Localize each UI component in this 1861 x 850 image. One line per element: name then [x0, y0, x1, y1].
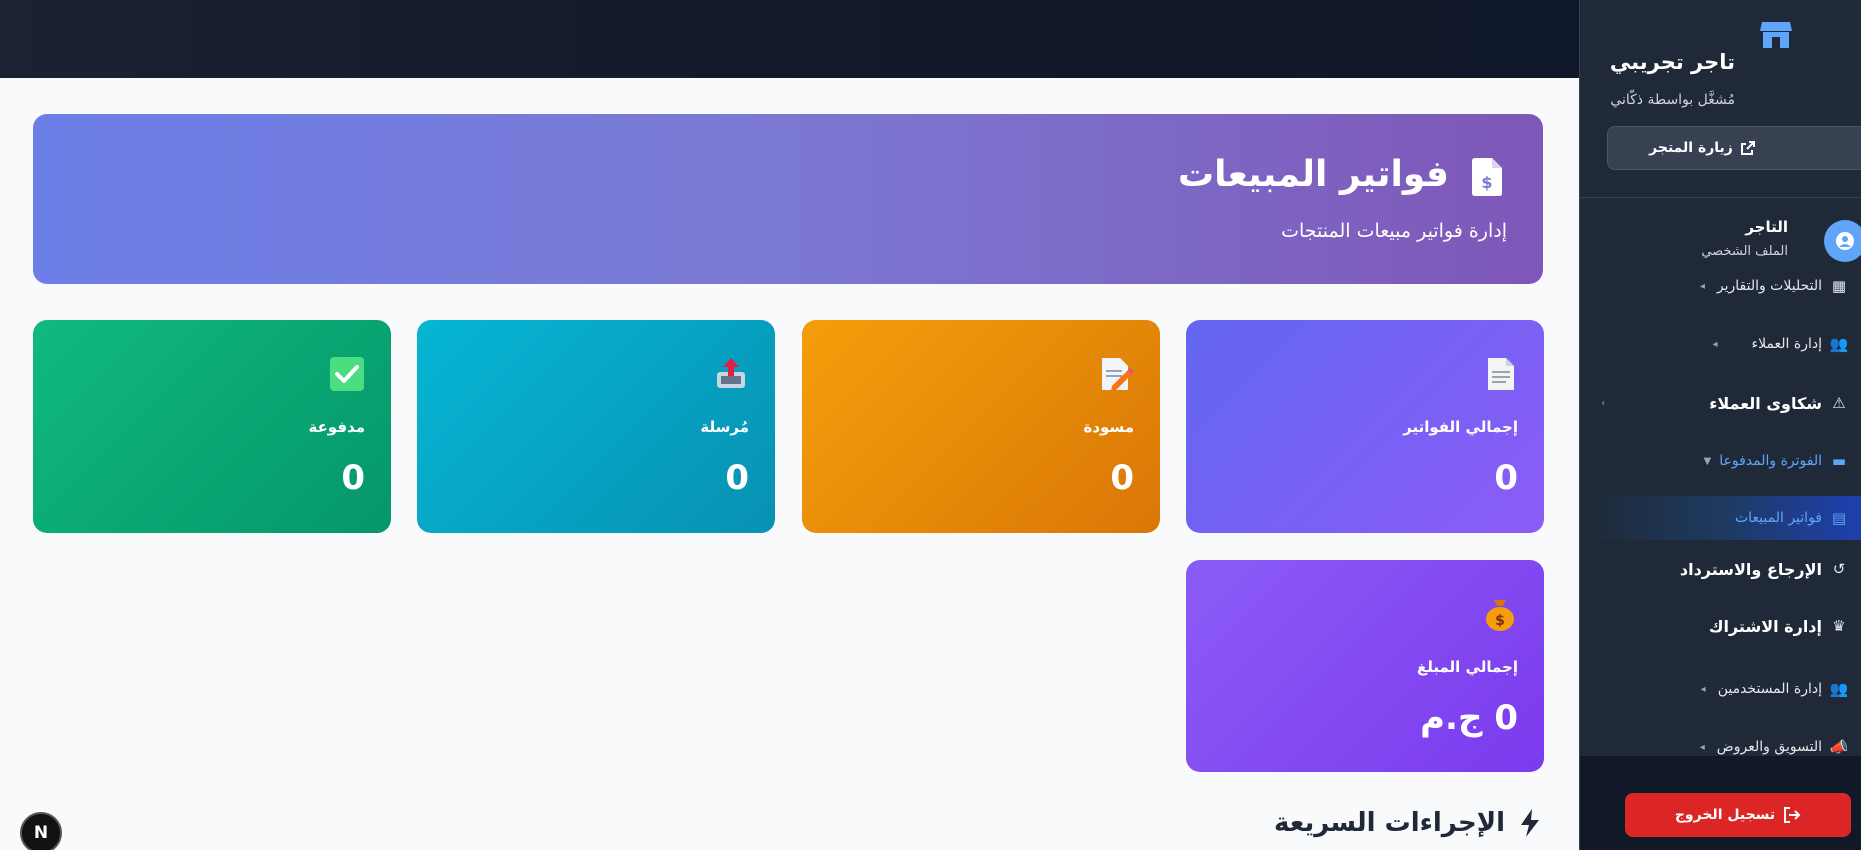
- sidebar-item-subscription[interactable]: ♛ إدارة الاشتراك: [1580, 604, 1861, 648]
- chart-icon: ▦: [1831, 278, 1847, 295]
- visit-store-button[interactable]: زيارة المتجر: [1607, 126, 1861, 170]
- credit-card-icon: ▬: [1831, 452, 1847, 470]
- store-name: تاجر تجريبي: [1609, 50, 1735, 74]
- store-icon: [1760, 22, 1792, 48]
- sidebar-item-complaints[interactable]: ⚠ شكاوى العملاء ›: [1580, 381, 1861, 425]
- receipt-icon: ▤: [1831, 509, 1847, 527]
- top-bar: [0, 0, 1579, 78]
- sidebar-item-label: التسويق والعروض: [1716, 739, 1822, 755]
- stat-label: مسودة: [1083, 418, 1134, 436]
- users-icon: 👥: [1829, 335, 1849, 353]
- sign-out-icon: [1784, 807, 1801, 823]
- undo-icon: ↺: [1832, 560, 1846, 578]
- sidebar-item-label: إدارة العملاء: [1751, 336, 1823, 352]
- sidebar-header: تاجر تجريبي مُشغَّل بواسطة ذكّاني زيارة …: [1580, 0, 1861, 198]
- outbox-tray-icon: [717, 358, 745, 388]
- chevron-left-icon: ◂: [1712, 338, 1718, 350]
- invoice-icon: $: [1472, 158, 1502, 196]
- stat-card-paid: مدفوعة 0: [33, 320, 391, 533]
- sidebar-item-label: شكاوى العملاء: [1709, 393, 1822, 413]
- stat-value: 0: [341, 458, 365, 498]
- chevron-left-icon: ◂: [1700, 683, 1706, 695]
- page-header-banner: $ فواتير المبيعات إدارة فواتير مبيعات ال…: [33, 114, 1543, 284]
- sidebar-item-returns[interactable]: ↺ الإرجاع والاسترداد: [1580, 547, 1861, 591]
- stat-label: إجمالي المبلغ: [1417, 658, 1518, 676]
- stat-card-total-amount: $ إجمالي المبلغ 0 ج.م: [1186, 560, 1544, 772]
- stat-label: مُرسلة: [700, 418, 749, 436]
- quick-actions-title: الإجراءات السريعة: [1274, 808, 1505, 838]
- sidebar-item-label: الفوترة والمدفوعا: [1719, 453, 1822, 469]
- sidebar-item-sales-invoices[interactable]: ▤ فواتير المبيعات: [1580, 496, 1861, 540]
- check-mark-icon: [330, 357, 364, 391]
- chevron-left-icon: ◂: [1699, 280, 1705, 292]
- sidebar-nav: ▦ التحليلات والتقارير ◂ 👥 إدارة العملاء …: [1580, 278, 1861, 756]
- avatar: [1824, 220, 1861, 262]
- logout-label: تسجيل الخروج: [1674, 807, 1776, 823]
- document-icon: [1488, 358, 1514, 390]
- svg-text:$: $: [1481, 173, 1492, 192]
- stat-value: 0: [1110, 458, 1134, 498]
- sidebar-item-label: الإرجاع والاسترداد: [1679, 559, 1822, 579]
- profile-name: التاجر: [1745, 218, 1788, 236]
- page-subtitle: إدارة فواتير مبيعات المنتجات: [1281, 220, 1507, 242]
- stat-value: 0: [725, 458, 749, 498]
- sidebar-item-marketing[interactable]: 📣 التسويق والعروض ◂: [1580, 725, 1861, 756]
- logout-button[interactable]: تسجيل الخروج: [1625, 793, 1851, 837]
- sidebar-item-billing[interactable]: ▬ الفوترة والمدفوعا ▼: [1580, 439, 1861, 483]
- sidebar-item-label: إدارة الاشتراك: [1708, 616, 1822, 636]
- chevron-left-icon: ›: [1601, 397, 1606, 409]
- chevron-down-icon: ▼: [1703, 455, 1712, 467]
- megaphone-icon: 📣: [1829, 738, 1849, 756]
- sidebar: تاجر تجريبي مُشغَّل بواسطة ذكّاني زيارة …: [1579, 0, 1861, 850]
- crown-icon: ♛: [1832, 617, 1846, 635]
- chevron-left-icon: ◂: [1699, 741, 1705, 753]
- stat-card-draft: مسودة 0: [802, 320, 1160, 533]
- stat-card-total-invoices: إجمالي الفواتير 0: [1186, 320, 1544, 533]
- profile-section[interactable]: التاجر الملف الشخصي: [1580, 198, 1861, 278]
- stat-value: 0 ج.م: [1420, 698, 1518, 738]
- profile-subtitle: الملف الشخصي: [1701, 244, 1788, 259]
- quick-actions-header: الإجراءات السريعة: [1274, 808, 1541, 838]
- sidebar-item-analytics[interactable]: ▦ التحليلات والتقارير ◂: [1580, 278, 1861, 308]
- page-title: فواتير المبيعات: [1177, 154, 1449, 195]
- money-bag-icon: $: [1486, 600, 1514, 631]
- svg-text:$: $: [1495, 613, 1505, 629]
- stat-label: إجمالي الفواتير: [1403, 418, 1518, 436]
- memo-pencil-icon: [1102, 358, 1134, 391]
- stat-card-sent: مُرسلة 0: [417, 320, 775, 533]
- stat-value: 0: [1494, 458, 1518, 498]
- dev-tools-badge[interactable]: N: [20, 812, 62, 850]
- sidebar-footer: تسجيل الخروج: [1580, 756, 1861, 850]
- store-subtitle: مُشغَّل بواسطة ذكّاني: [1610, 92, 1735, 108]
- sidebar-item-label: فواتير المبيعات: [1734, 510, 1822, 526]
- external-link-icon: [1740, 141, 1755, 155]
- sidebar-item-users[interactable]: 👥 إدارة المستخدمين ◂: [1580, 667, 1861, 711]
- visit-store-label: زيارة المتجر: [1649, 140, 1733, 156]
- bolt-icon: [1521, 809, 1539, 837]
- stat-label: مدفوعة: [308, 418, 365, 436]
- users-cog-icon: 👥: [1829, 680, 1849, 698]
- warning-icon: ⚠: [1832, 394, 1846, 412]
- sidebar-item-label: التحليلات والتقارير: [1716, 278, 1822, 294]
- user-circle-icon: [1836, 232, 1854, 250]
- sidebar-item-customers[interactable]: 👥 إدارة العملاء ◂: [1580, 322, 1861, 366]
- sidebar-item-label: إدارة المستخدمين: [1717, 681, 1822, 697]
